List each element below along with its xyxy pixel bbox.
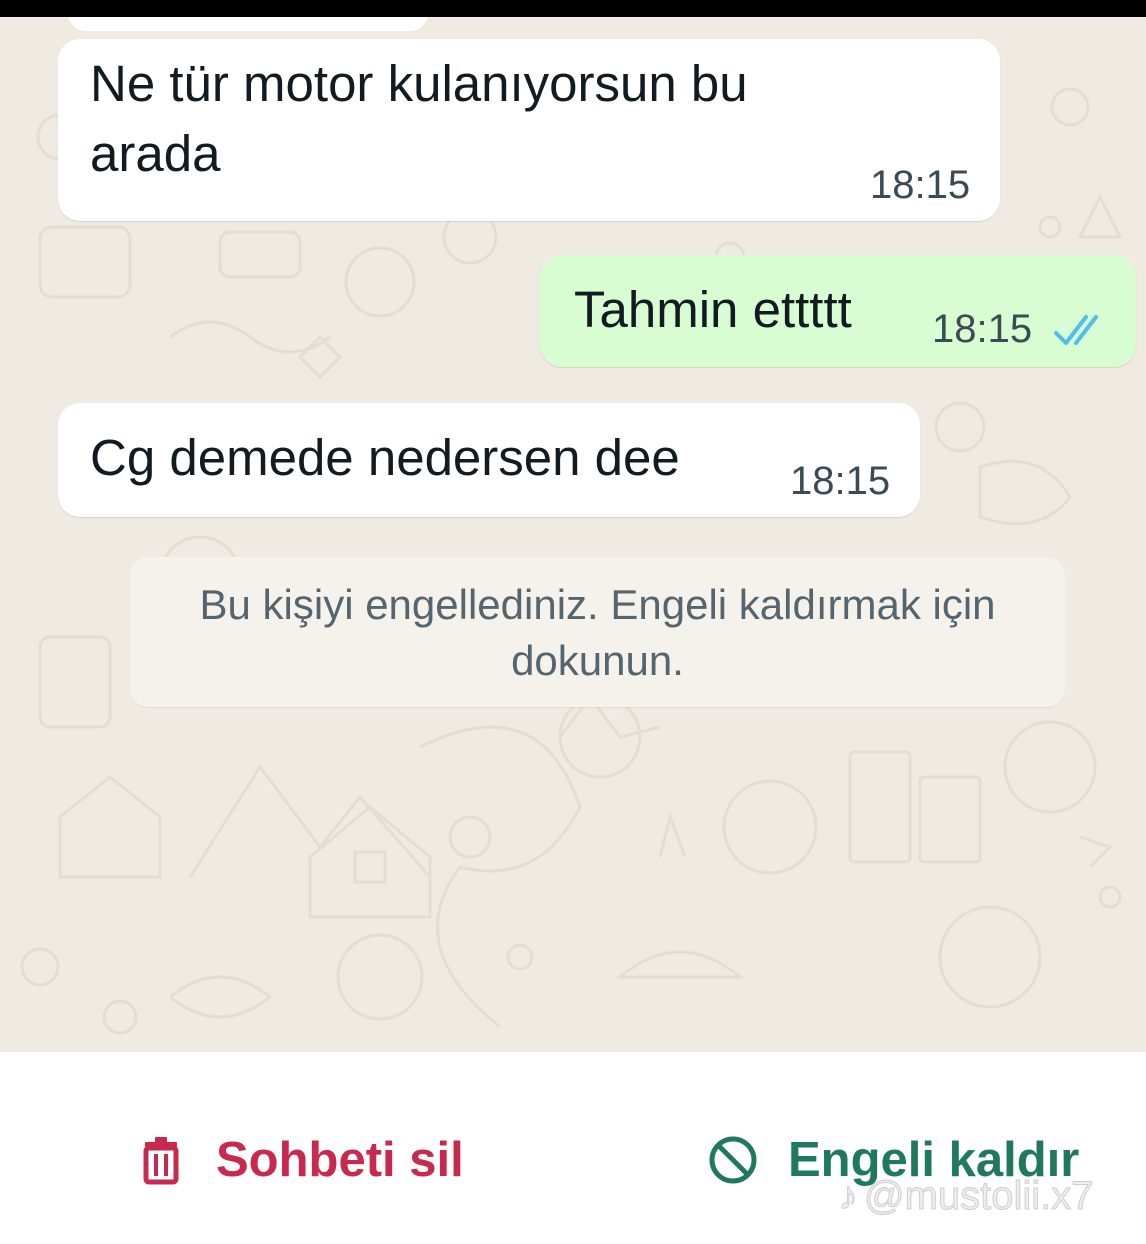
message-time: 18:15 — [870, 163, 971, 207]
message-time: 18:15 — [790, 459, 891, 503]
previous-message-bubble — [68, 17, 428, 31]
read-receipt-icon — [1054, 315, 1098, 345]
delete-chat-button[interactable]: Sohbeti sil — [136, 1130, 464, 1190]
watermark: ♪ @mustolii.x7 — [838, 1174, 1095, 1219]
blocked-contact-notice-text: Bu kişiyi engellediniz. Engeli kaldırmak… — [199, 581, 996, 684]
message-text: Cg demede nedersen dee — [90, 429, 680, 486]
blocked-contact-notice[interactable]: Bu kişiyi engellediniz. Engeli kaldırmak… — [130, 557, 1065, 707]
watermark-text: @mustolii.x7 — [864, 1174, 1095, 1219]
message-bubble-outgoing[interactable]: Tahmin ettttt 18:15 — [540, 255, 1136, 367]
trash-icon — [143, 1137, 179, 1185]
status-bar — [0, 0, 1146, 17]
message-bubble-incoming[interactable]: Cg demede nedersen dee 18:15 — [58, 403, 920, 517]
tiktok-icon: ♪ — [838, 1174, 859, 1219]
block-icon — [709, 1136, 757, 1184]
message-time: 18:15 — [932, 307, 1033, 351]
message-bubble-incoming[interactable]: Ne tür motor kulanıyorsun bu arada 18:15 — [58, 39, 1000, 221]
message-text: Tahmin ettttt — [574, 281, 852, 338]
chat-area[interactable]: Ne tür motor kulanıyorsun bu arada 18:15… — [0, 17, 1146, 1052]
delete-chat-label: Sohbeti sil — [216, 1133, 464, 1187]
message-text: Ne tür motor kulanıyorsun bu arada — [90, 55, 748, 182]
